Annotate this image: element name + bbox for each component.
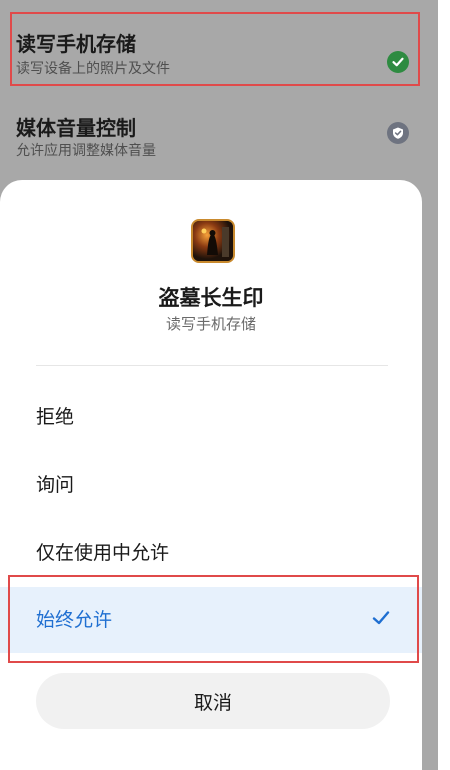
divider — [36, 365, 388, 366]
permission-title: 媒体音量控制 — [16, 116, 136, 140]
screen-edge — [438, 0, 450, 770]
check-circle-icon — [387, 51, 409, 73]
option-label: 拒绝 — [36, 406, 75, 428]
option-label: 仅在使用中允许 — [36, 542, 170, 564]
app-name: 盗墓长生印 — [158, 286, 264, 310]
permission-row-media-volume[interactable]: 媒体音量控制 允许应用调整媒体音量 — [0, 100, 438, 170]
game-app-icon — [191, 219, 235, 263]
permission-subtitle: 读写设备上的照片及文件 — [16, 61, 170, 77]
requested-permission: 读写手机存储 — [165, 315, 256, 333]
shield-check-icon — [387, 122, 409, 144]
checkmark-icon — [370, 607, 392, 629]
option-ask[interactable]: 询问 — [0, 452, 422, 518]
permission-title: 读写手机存储 — [16, 32, 136, 56]
permission-row-storage[interactable]: 读写手机存储 读写设备上的照片及文件 — [0, 12, 438, 86]
option-allow-while-using[interactable]: 仅在使用中允许 — [0, 520, 422, 586]
option-label: 始终允许 — [36, 609, 113, 631]
option-always-allow[interactable]: 始终允许 — [0, 587, 422, 653]
option-label: 询问 — [36, 474, 75, 496]
cancel-button[interactable]: 取消 — [36, 673, 390, 729]
permission-subtitle: 允许应用调整媒体音量 — [16, 143, 156, 159]
option-deny[interactable]: 拒绝 — [0, 384, 422, 450]
